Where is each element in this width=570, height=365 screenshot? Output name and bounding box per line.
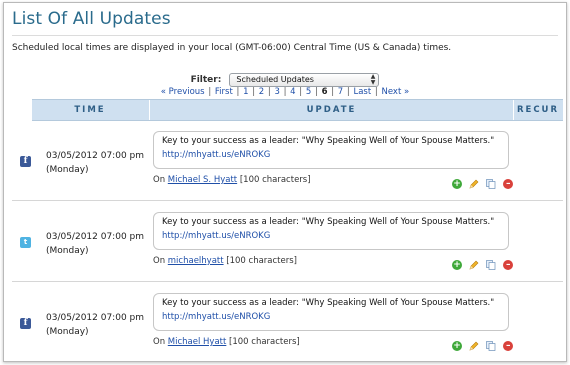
column-header-time[interactable]: TIME xyxy=(32,100,148,120)
pager-separator: | xyxy=(208,87,212,97)
pager-separator: | xyxy=(315,87,318,97)
pager-page-7[interactable]: 7 xyxy=(338,87,343,97)
edit-pencil-icon[interactable] xyxy=(469,260,479,270)
pager-separator: | xyxy=(252,87,256,97)
filter-select[interactable]: Scheduled Updates ▲ ▼ xyxy=(229,72,380,87)
scheduled-weekday: (Monday) xyxy=(46,327,89,337)
scheduled-date: 03/05/2012 07:00 pm xyxy=(46,232,145,242)
pager-page-3[interactable]: 3 xyxy=(274,87,279,97)
pager-first-link[interactable]: First xyxy=(215,87,233,97)
pager-previous-link[interactable]: « Previous xyxy=(161,87,205,97)
add-icon[interactable]: + xyxy=(452,340,462,351)
scheduled-date: 03/05/2012 07:00 pm xyxy=(46,151,145,161)
copy-icon[interactable] xyxy=(486,340,496,351)
add-icon[interactable]: + xyxy=(452,178,462,189)
pager-separator: | xyxy=(346,87,350,97)
column-header-recur[interactable]: RECUR xyxy=(513,100,563,120)
update-text-box: Key to your success as a leader: "Why Sp… xyxy=(153,212,509,250)
delete-icon[interactable]: – xyxy=(503,259,514,270)
filter-row: Filter: Scheduled Updates ▲ ▼ xyxy=(4,69,566,88)
select-arrows-icon: ▲ ▼ xyxy=(370,72,376,86)
update-meta: On Michael Hyatt [100 characters] xyxy=(153,337,300,347)
copy-icon[interactable] xyxy=(486,259,496,270)
pager-separator: | xyxy=(299,87,303,97)
column-header-update[interactable]: UPDATE xyxy=(149,100,514,120)
pager-last-link[interactable]: Last xyxy=(353,87,371,97)
char-count: [100 characters] xyxy=(226,256,297,266)
scheduled-time: 03/05/2012 07:00 pm (Monday) xyxy=(46,230,144,258)
pager-page-2[interactable]: 2 xyxy=(259,87,264,97)
table-header: TIME UPDATE RECUR xyxy=(32,99,563,121)
twitter-icon: t xyxy=(20,237,31,248)
row-actions: + – xyxy=(452,254,515,270)
pager-next-link[interactable]: Next » xyxy=(381,87,409,97)
account-link[interactable]: Michael Hyatt xyxy=(168,337,227,347)
updates-panel: List Of All Updates Scheduled local time… xyxy=(3,2,567,362)
copy-icon[interactable] xyxy=(486,178,496,189)
update-text-box: Key to your success as a leader: "Why Sp… xyxy=(153,293,509,331)
delete-icon[interactable]: – xyxy=(503,178,514,189)
account-link[interactable]: michaelhyatt xyxy=(168,256,224,266)
on-label: On xyxy=(153,256,166,266)
pager-page-1[interactable]: 1 xyxy=(243,87,248,97)
update-link[interactable]: http://mhyatt.us/eNROKG xyxy=(162,148,508,162)
update-text: Key to your success as a leader: "Why Sp… xyxy=(162,136,495,146)
pagination: « Previous | First | 1 | 2 | 3 | 4 | 5 |… xyxy=(4,87,566,97)
filter-selected-value: Scheduled Updates xyxy=(236,74,314,84)
scheduled-date: 03/05/2012 07:00 pm xyxy=(46,313,145,323)
update-meta: On michaelhyatt [100 characters] xyxy=(153,256,297,266)
update-meta: On Michael S. Hyatt [100 characters] xyxy=(153,175,311,185)
update-text: Key to your success as a leader: "Why Sp… xyxy=(162,217,495,227)
row-actions: + – xyxy=(452,335,515,351)
update-text: Key to your success as a leader: "Why Sp… xyxy=(162,298,495,308)
row-actions: + – xyxy=(452,173,515,189)
scheduled-time: 03/05/2012 07:00 pm (Monday) xyxy=(46,149,144,177)
page-title: List Of All Updates xyxy=(12,9,171,29)
on-label: On xyxy=(153,175,166,185)
char-count: [100 characters] xyxy=(229,337,300,347)
on-label: On xyxy=(153,337,166,347)
facebook-icon: f xyxy=(20,318,31,329)
pager-separator: | xyxy=(236,87,240,97)
pager-separator: | xyxy=(283,87,287,97)
add-icon[interactable]: + xyxy=(452,259,462,270)
update-link[interactable]: http://mhyatt.us/eNROKG xyxy=(162,229,508,243)
title-divider xyxy=(12,35,558,36)
pager-page-5[interactable]: 5 xyxy=(306,87,311,97)
table-row: f 03/05/2012 07:00 pm (Monday) Key to yo… xyxy=(12,120,563,201)
update-link[interactable]: http://mhyatt.us/eNROKG xyxy=(162,310,508,324)
edit-pencil-icon[interactable] xyxy=(469,179,479,189)
table-row: t 03/05/2012 07:00 pm (Monday) Key to yo… xyxy=(12,201,563,282)
pager-separator: | xyxy=(331,87,335,97)
account-link[interactable]: Michael S. Hyatt xyxy=(168,175,237,185)
scheduled-weekday: (Monday) xyxy=(46,246,89,256)
pager-page-4[interactable]: 4 xyxy=(290,87,295,97)
char-count: [100 characters] xyxy=(239,175,311,185)
facebook-icon: f xyxy=(20,156,31,167)
pager-current-page: 6 xyxy=(321,87,328,97)
delete-icon[interactable]: – xyxy=(503,340,514,351)
update-text-box: Key to your success as a leader: "Why Sp… xyxy=(153,131,509,169)
pager-separator: | xyxy=(267,87,271,97)
timezone-note: Scheduled local times are displayed in y… xyxy=(12,43,452,53)
table-row: f 03/05/2012 07:00 pm (Monday) Key to yo… xyxy=(12,282,563,361)
scheduled-time: 03/05/2012 07:00 pm (Monday) xyxy=(46,311,144,339)
edit-pencil-icon[interactable] xyxy=(469,341,479,351)
filter-label: Filter: xyxy=(190,74,222,85)
pager-separator: | xyxy=(374,87,378,97)
scheduled-weekday: (Monday) xyxy=(46,165,89,175)
